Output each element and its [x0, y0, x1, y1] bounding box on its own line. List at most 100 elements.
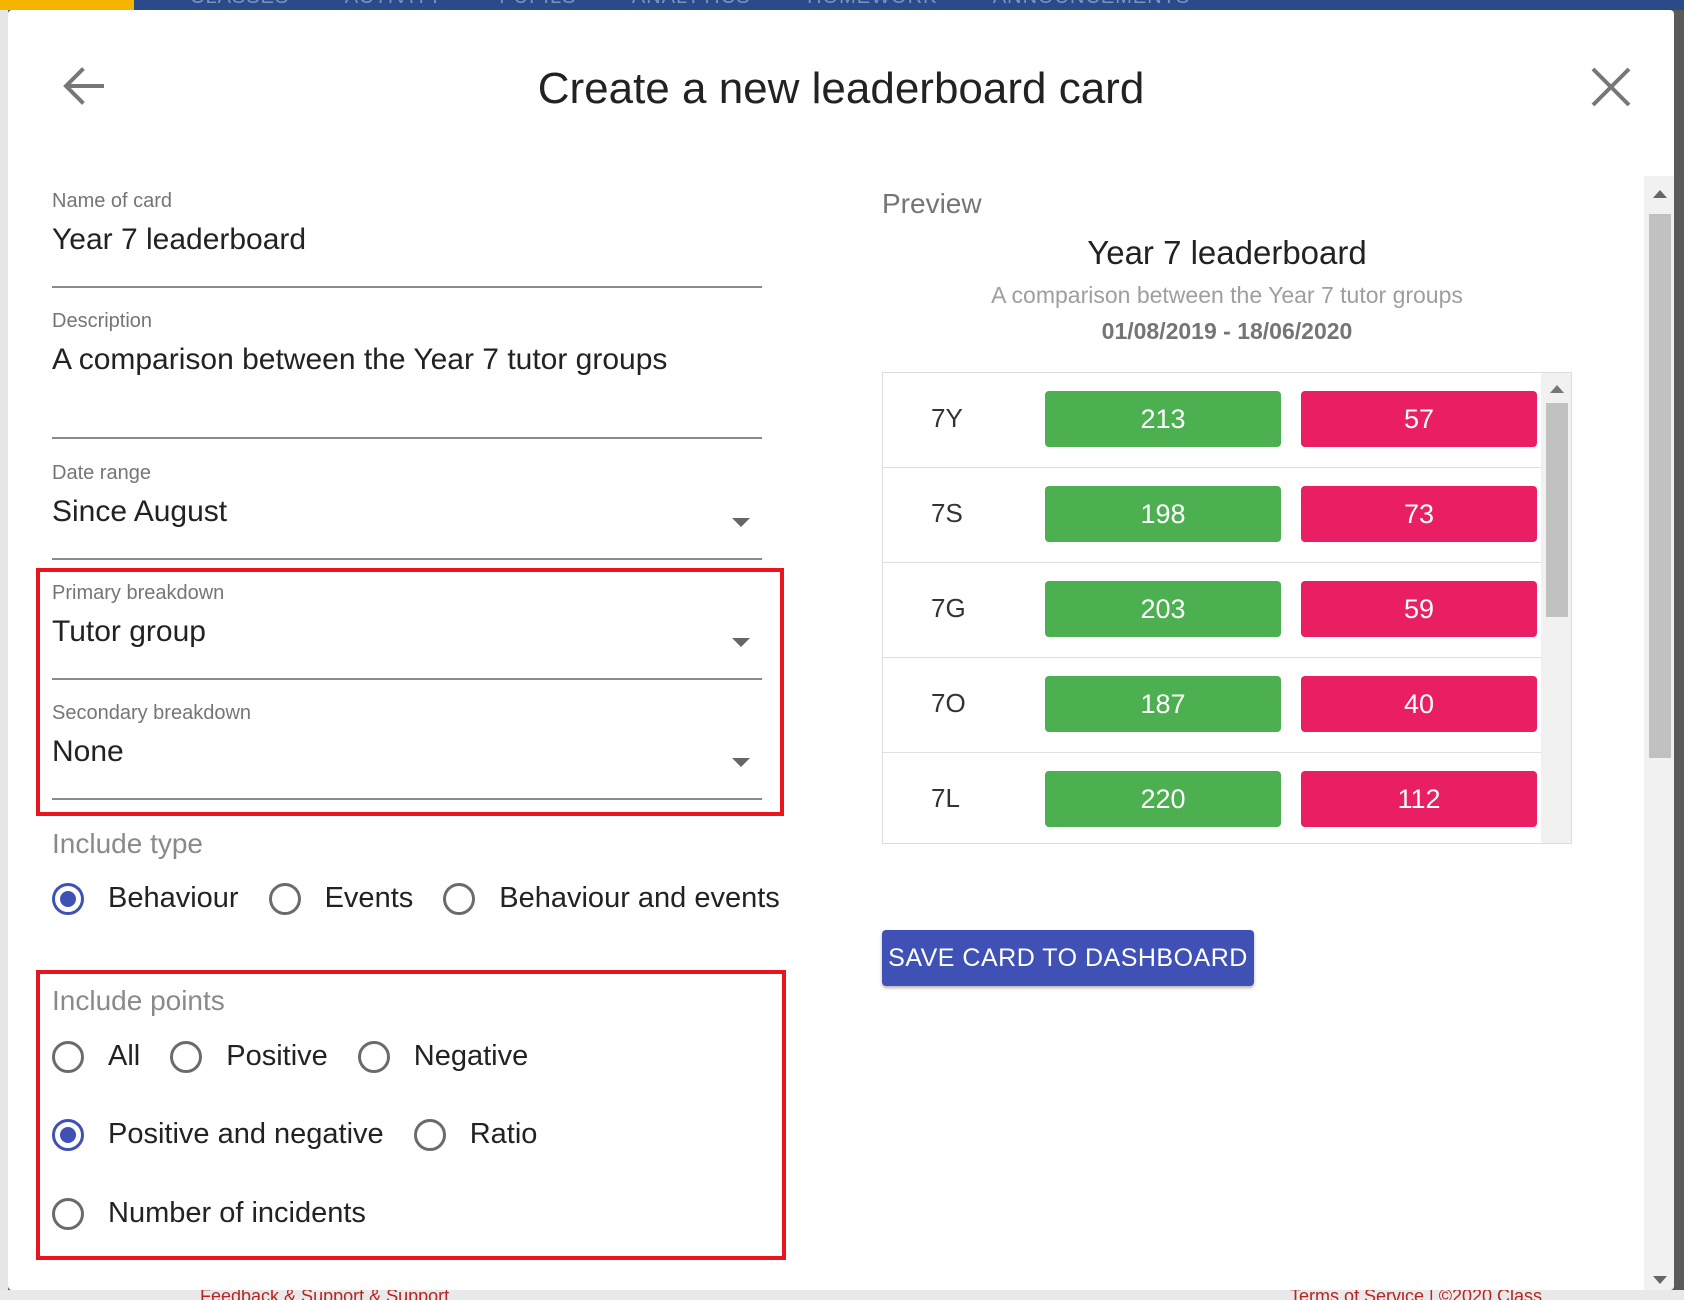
- positive-points-badge: 213: [1045, 391, 1281, 447]
- negative-points-badge: 57: [1301, 391, 1537, 447]
- radio-checked-icon[interactable]: [52, 882, 84, 915]
- group-name: 7O: [931, 688, 966, 718]
- background-app-header: CLASSES ACTIVITY PUPILS ANALYTICS HOMEWO…: [0, 0, 1684, 10]
- group-name: 7Y: [931, 403, 963, 433]
- scrollbar-thumb[interactable]: [1546, 403, 1568, 617]
- include-type-group: Behaviour Events Behaviour and events: [52, 882, 810, 915]
- radio-positive[interactable]: Positive: [170, 1040, 328, 1073]
- group-name: 7L: [931, 783, 960, 813]
- radio-label[interactable]: Number of incidents: [108, 1197, 366, 1230]
- field-label: Primary breakdown: [52, 582, 225, 604]
- scroll-up-icon[interactable]: [1550, 385, 1564, 393]
- field-underline: [52, 678, 762, 680]
- field-label: Name of card: [52, 190, 173, 212]
- negative-points-badge: 73: [1301, 486, 1537, 542]
- radio-label[interactable]: All: [108, 1040, 140, 1073]
- radio-events[interactable]: Events: [268, 882, 414, 915]
- radio-checked-icon[interactable]: [52, 1118, 84, 1151]
- negative-points-badge: 112: [1301, 771, 1537, 827]
- scroll-up-icon[interactable]: [1653, 190, 1667, 198]
- background-nav: CLASSES ACTIVITY PUPILS ANALYTICS HOMEWO…: [190, 0, 1240, 9]
- radio-unchecked-icon[interactable]: [170, 1040, 203, 1073]
- positive-points-badge: 203: [1045, 581, 1281, 637]
- preview-label: Preview: [882, 188, 982, 219]
- scrollbar-thumb[interactable]: [1649, 214, 1671, 758]
- radio-label[interactable]: Positive: [226, 1040, 328, 1073]
- radio-negative[interactable]: Negative: [357, 1040, 528, 1073]
- close-button[interactable]: [1588, 64, 1634, 110]
- field-label: Date range: [52, 462, 151, 484]
- preview-scrollbar[interactable]: [1541, 373, 1571, 843]
- scroll-down-icon[interactable]: [1653, 1276, 1667, 1284]
- nav-item: CLASSES: [190, 0, 289, 8]
- radio-unchecked-icon[interactable]: [268, 882, 301, 915]
- radio-ratio[interactable]: Ratio: [413, 1118, 538, 1151]
- radio-label[interactable]: Behaviour: [108, 882, 239, 915]
- radio-unchecked-icon[interactable]: [413, 1118, 446, 1151]
- background-sidebar: [0, 10, 8, 1290]
- nav-item: HOMEWORK: [807, 0, 937, 8]
- dropdown-arrow-icon[interactable]: [732, 638, 750, 647]
- dropdown-arrow-icon[interactable]: [732, 518, 750, 527]
- include-points-row-3: Number of incidents: [52, 1197, 396, 1230]
- radio-unchecked-icon[interactable]: [52, 1197, 84, 1230]
- date-range-value[interactable]: Since August: [52, 495, 762, 529]
- date-range-select[interactable]: Date range Since August: [52, 462, 762, 562]
- include-points-row-1: All Positive Negative: [52, 1040, 558, 1073]
- primary-breakdown-value[interactable]: Tutor group: [52, 615, 762, 649]
- radio-unchecked-icon[interactable]: [357, 1040, 390, 1073]
- group-name: 7G: [931, 593, 966, 623]
- secondary-breakdown-value[interactable]: None: [52, 735, 762, 769]
- radio-label[interactable]: Events: [325, 882, 414, 915]
- positive-points-badge: 187: [1045, 676, 1281, 732]
- card-name-input[interactable]: Year 7 leaderboard: [52, 223, 762, 257]
- nav-item: ANALYTICS: [632, 0, 751, 8]
- leaderboard-preview-table: 7Y 213 57 7S 198 73 7G 203 59 7O 187 40 …: [882, 372, 1572, 844]
- description-field[interactable]: Description A comparison between the Yea…: [52, 310, 762, 440]
- footer-link: Feedback & Support & Support: [200, 1290, 450, 1300]
- save-card-button[interactable]: SAVE CARD TO DASHBOARD: [882, 930, 1254, 986]
- radio-label[interactable]: Negative: [414, 1040, 528, 1073]
- primary-breakdown-select[interactable]: Primary breakdown Tutor group: [52, 582, 762, 682]
- app-logo: [0, 0, 134, 10]
- radio-label[interactable]: Positive and negative: [108, 1118, 384, 1151]
- nav-item: ACTIVITY: [345, 0, 443, 8]
- preview-description: A comparison between the Year 7 tutor gr…: [991, 282, 1463, 308]
- radio-unchecked-icon[interactable]: [52, 1040, 84, 1073]
- close-icon: [1591, 67, 1631, 107]
- leaderboard-dialog: Create a new leaderboard card Name of ca…: [8, 10, 1674, 1290]
- include-points-row-2: Positive and negative Ratio: [52, 1118, 567, 1151]
- footer-terms: Terms of Service | ©2020 Class: [1290, 1290, 1543, 1300]
- nav-item: PUPILS: [499, 0, 576, 8]
- include-points-label: Include points: [52, 985, 225, 1016]
- leaderboard-row: 7G 203 59: [883, 563, 1541, 658]
- field-label: Secondary breakdown: [52, 702, 252, 724]
- dropdown-arrow-icon[interactable]: [732, 758, 750, 767]
- field-underline: [52, 437, 762, 439]
- radio-number-of-incidents[interactable]: Number of incidents: [52, 1197, 366, 1230]
- leaderboard-row: 7Y 213 57: [883, 373, 1541, 468]
- radio-behaviour[interactable]: Behaviour: [52, 882, 239, 915]
- radio-unchecked-icon[interactable]: [443, 882, 476, 915]
- background-footer: Feedback & Support & Support Terms of Se…: [0, 1290, 1684, 1300]
- negative-points-badge: 40: [1301, 676, 1537, 732]
- group-name: 7S: [931, 498, 963, 528]
- include-type-label: Include type: [52, 828, 203, 859]
- field-label: Description: [52, 310, 153, 332]
- radio-behaviour-and-events[interactable]: Behaviour and events: [443, 882, 780, 915]
- field-underline: [52, 286, 762, 288]
- radio-label[interactable]: Behaviour and events: [499, 882, 780, 915]
- positive-points-badge: 220: [1045, 771, 1281, 827]
- card-name-field[interactable]: Name of card Year 7 leaderboard: [52, 190, 762, 290]
- preview-date-range: 01/08/2019 - 18/06/2020: [1101, 318, 1353, 344]
- field-underline: [52, 798, 762, 800]
- negative-points-badge: 59: [1301, 581, 1537, 637]
- field-underline: [52, 558, 762, 560]
- radio-all[interactable]: All: [52, 1040, 140, 1073]
- radio-positive-and-negative[interactable]: Positive and negative: [52, 1118, 384, 1151]
- description-input[interactable]: A comparison between the Year 7 tutor gr…: [52, 343, 762, 377]
- leaderboard-row: 7O 187 40: [883, 658, 1541, 753]
- secondary-breakdown-select[interactable]: Secondary breakdown None: [52, 702, 762, 802]
- radio-label[interactable]: Ratio: [470, 1118, 538, 1151]
- dialog-scrollbar[interactable]: [1644, 176, 1674, 1290]
